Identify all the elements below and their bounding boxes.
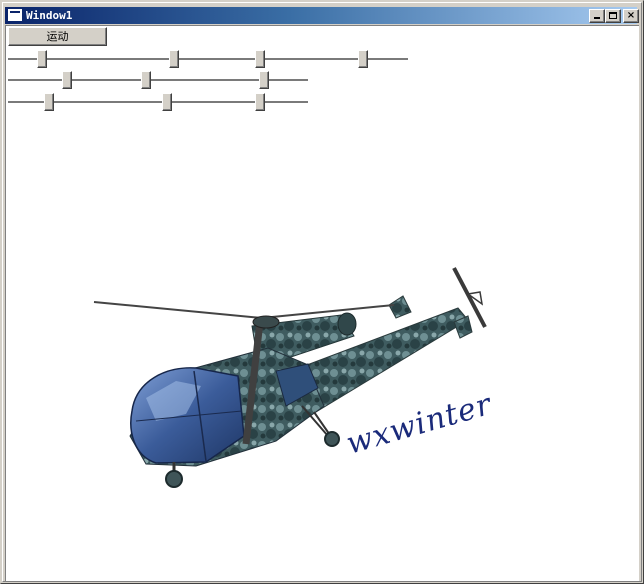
maximize-button[interactable]: [605, 9, 621, 23]
window-icon[interactable]: [8, 9, 22, 21]
rotor-hub: [252, 315, 280, 329]
engine-exhaust: [337, 312, 357, 336]
maximize-icon: [609, 12, 617, 19]
tail-fin-upper: [388, 295, 412, 319]
window-title: Window1: [26, 9, 73, 22]
client-area: 运动 wxwinter: [5, 25, 639, 581]
title-bar[interactable]: Window1 ×: [5, 7, 639, 24]
rear-wheel: [324, 431, 340, 447]
minimize-button[interactable]: [589, 9, 605, 23]
helicopter-model: [93, 267, 487, 488]
close-icon: ×: [626, 10, 636, 21]
front-wheel: [165, 470, 183, 488]
main-rotor-blade: [93, 301, 263, 319]
app-window: Window1 × 运动 wxwinter: [0, 0, 644, 584]
watermark-text: wxwinter: [343, 387, 497, 462]
helicopter-scene[interactable]: wxwinter: [6, 26, 639, 581]
main-rotor-blade: [261, 304, 395, 319]
close-button[interactable]: ×: [623, 9, 639, 23]
minimize-icon: [594, 17, 600, 19]
